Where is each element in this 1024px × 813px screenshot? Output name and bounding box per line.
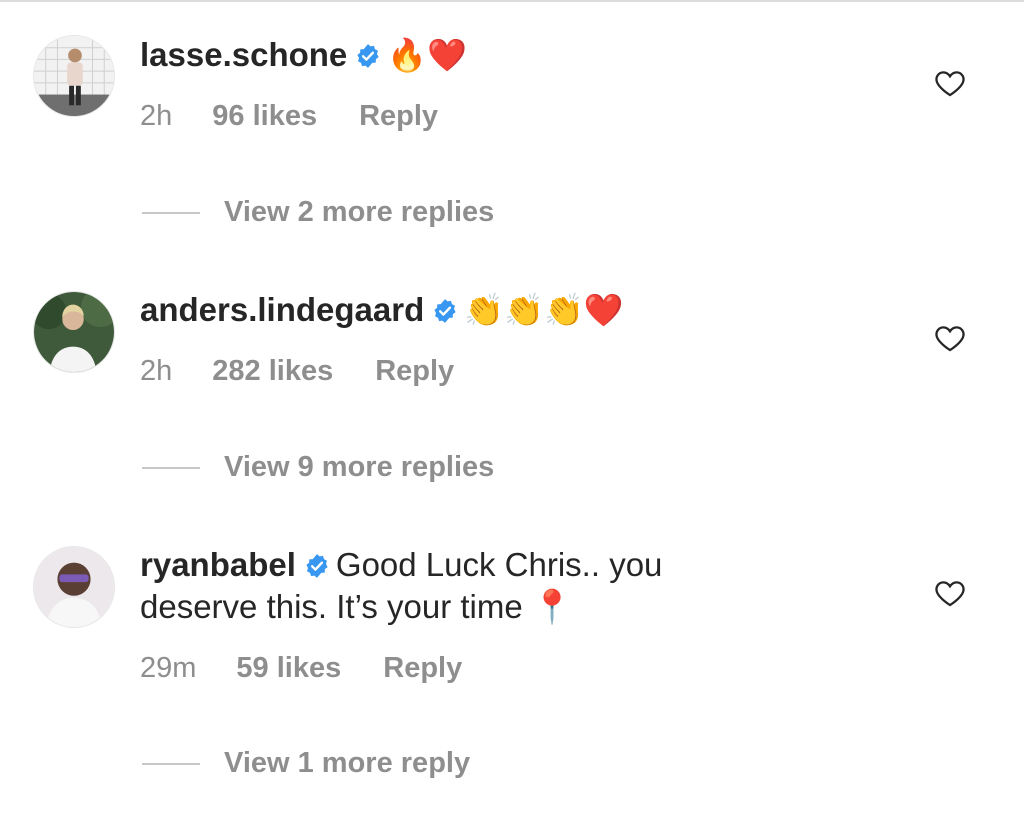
comment-text: 👏👏👏❤️	[464, 291, 624, 329]
username-link[interactable]: ryanbabel	[140, 546, 296, 583]
verified-badge-icon	[355, 43, 381, 69]
verified-badge-icon	[304, 553, 330, 579]
heart-outline-icon	[935, 326, 965, 352]
comment-body: ryanbabel Good Luck Chris.. you deserve t…	[140, 544, 780, 628]
avatar[interactable]	[33, 291, 115, 373]
heart-outline-icon	[935, 581, 965, 607]
comment-meta: 29m 59 likes Reply	[140, 652, 504, 685]
comment-meta: 2h 96 likes Reply	[140, 100, 480, 133]
verified-badge-icon	[432, 298, 458, 324]
reply-button[interactable]: Reply	[383, 652, 462, 684]
likes-count[interactable]: 282 likes	[212, 355, 333, 387]
like-button[interactable]	[932, 321, 968, 355]
comment-body: anders.lindegaard 👏👏👏❤️	[140, 289, 780, 331]
top-divider	[0, 0, 1024, 2]
like-button[interactable]	[932, 576, 968, 610]
heart-outline-icon	[935, 71, 965, 97]
replies-divider	[142, 467, 200, 469]
likes-count[interactable]: 59 likes	[236, 652, 341, 684]
comment-time[interactable]: 2h	[140, 100, 172, 132]
view-replies-label: View 1 more reply	[224, 747, 471, 779]
like-button[interactable]	[932, 66, 968, 100]
avatar-image	[34, 36, 114, 116]
replies-divider	[142, 763, 200, 765]
likes-count[interactable]: 96 likes	[212, 100, 317, 132]
replies-divider	[142, 212, 200, 214]
avatar-image	[34, 547, 114, 627]
reply-button[interactable]: Reply	[375, 355, 454, 387]
comment-body: lasse.schone 🔥❤️	[140, 34, 780, 76]
reply-button[interactable]: Reply	[359, 100, 438, 132]
avatar[interactable]	[33, 546, 115, 628]
username-link[interactable]: lasse.schone	[140, 36, 347, 73]
comment-time[interactable]: 2h	[140, 355, 172, 387]
comment-text: 🔥❤️	[387, 36, 467, 74]
username-link[interactable]: anders.lindegaard	[140, 291, 424, 328]
view-replies-label: View 2 more replies	[224, 196, 495, 228]
comment-time[interactable]: 29m	[140, 652, 196, 684]
view-replies-label: View 9 more replies	[224, 451, 495, 483]
avatar-image	[34, 292, 114, 372]
comment-meta: 2h 282 likes Reply	[140, 355, 496, 388]
avatar[interactable]	[33, 35, 115, 117]
